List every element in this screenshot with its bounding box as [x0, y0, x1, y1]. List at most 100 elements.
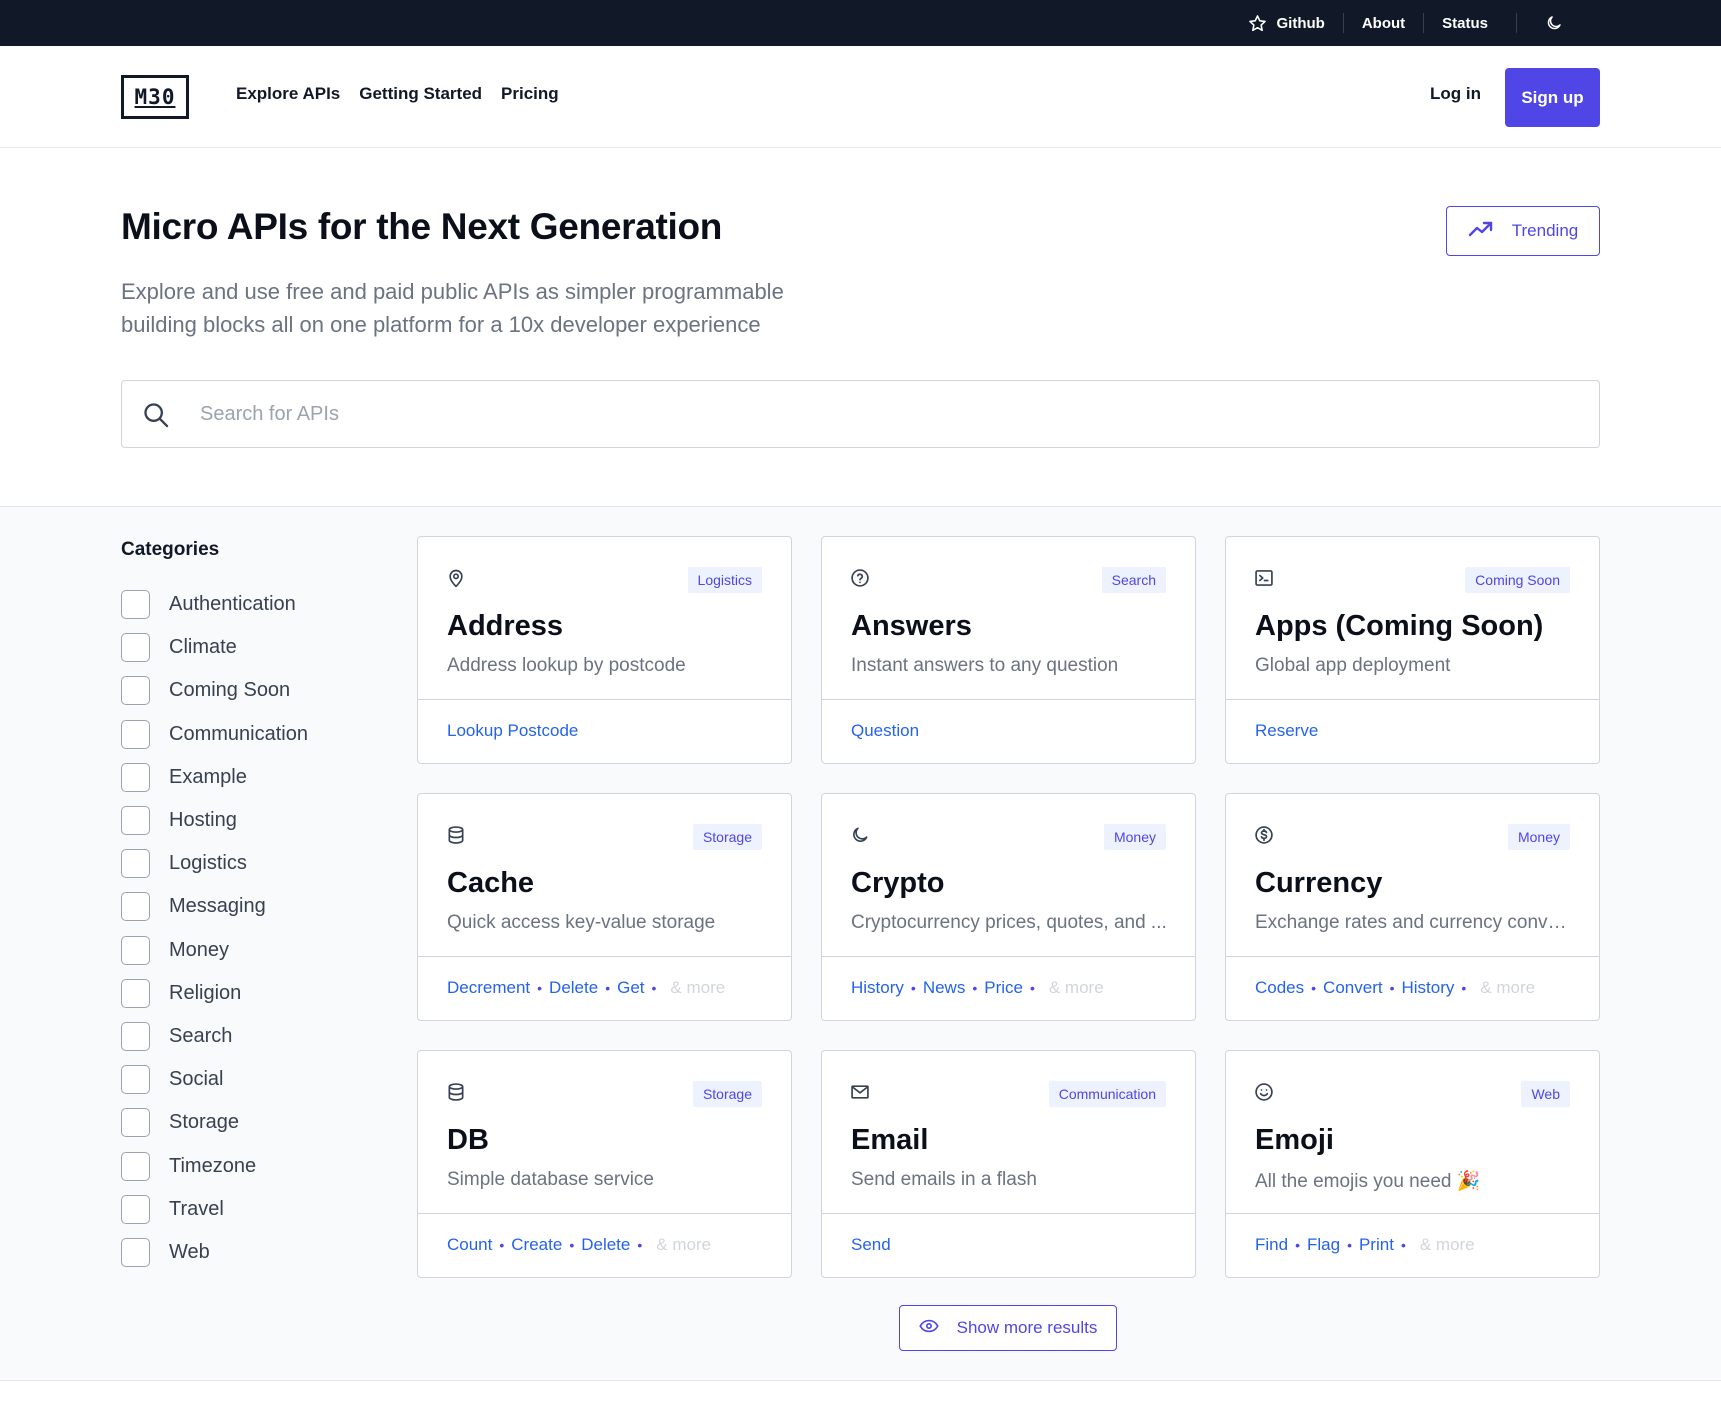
endpoint-link[interactable]: Lookup Postcode	[447, 721, 578, 741]
category-label: Authentication	[169, 593, 296, 616]
api-card-title[interactable]: Apps (Coming Soon)	[1255, 610, 1543, 643]
nav-explore-apis[interactable]: Explore APIs	[236, 84, 340, 104]
category-option[interactable]: Travel	[121, 1188, 308, 1231]
endpoint-link[interactable]: Convert	[1323, 978, 1383, 998]
category-option[interactable]: Logistics	[121, 842, 308, 885]
api-card[interactable]: Communication Email Send emails in a flash…	[821, 1050, 1196, 1278]
api-card[interactable]: Web Emoji All the emojis you need 🎉 Find • Fl…	[1225, 1050, 1600, 1278]
endpoint-link[interactable]: Send	[851, 1235, 891, 1255]
theme-toggle-button[interactable]	[1545, 14, 1563, 32]
api-card-title[interactable]: Email	[851, 1124, 928, 1157]
endpoint-link[interactable]: Flag	[1307, 1235, 1340, 1255]
api-card[interactable]: Money Crypto Cryptocurrency prices, quotes…	[821, 793, 1196, 1021]
api-card-title[interactable]: DB	[447, 1124, 489, 1157]
api-card-title[interactable]: Crypto	[851, 867, 944, 900]
category-checkbox[interactable]	[121, 1065, 150, 1095]
category-option[interactable]: Search	[121, 1015, 308, 1058]
github-link[interactable]: Github	[1248, 14, 1325, 33]
category-option[interactable]: Hosting	[121, 799, 308, 842]
category-checkbox[interactable]	[121, 978, 150, 1008]
category-option[interactable]: Social	[121, 1058, 308, 1101]
endpoint-link[interactable]: History	[1401, 978, 1454, 998]
endpoint-link[interactable]: Find	[1255, 1235, 1288, 1255]
api-card[interactable]: Logistics Address Address lookup by postco…	[417, 536, 792, 764]
api-card-header: Logistics Address Address lookup by postco…	[418, 537, 791, 700]
login-link[interactable]: Log in	[1430, 84, 1481, 104]
category-checkbox[interactable]	[121, 762, 150, 792]
about-link[interactable]: About	[1362, 15, 1405, 32]
category-option[interactable]: Storage	[121, 1101, 308, 1144]
category-label: Messaging	[169, 895, 266, 918]
endpoint-link[interactable]: History	[851, 978, 904, 998]
endpoint-link[interactable]: Price	[984, 978, 1023, 998]
api-card-header: Search Answers Instant answers to any ques…	[822, 537, 1195, 700]
endpoint-link[interactable]: Delete	[581, 1235, 630, 1255]
endpoint-link[interactable]: Count	[447, 1235, 492, 1255]
separator-dot: •	[1295, 1237, 1300, 1253]
api-card[interactable]: Storage Cache Quick access key-value stora…	[417, 793, 792, 1021]
separator-dot: •	[499, 1237, 505, 1253]
api-card[interactable]: Coming Soon Apps (Coming Soon) Global app …	[1225, 536, 1600, 764]
show-more-button[interactable]: Show more results	[899, 1305, 1117, 1351]
category-checkbox[interactable]	[121, 1151, 150, 1181]
endpoint-link[interactable]: Create	[511, 1235, 562, 1255]
category-badge[interactable]: Coming Soon	[1465, 567, 1570, 593]
category-badge[interactable]: Storage	[692, 824, 762, 850]
endpoint-link[interactable]: Codes	[1255, 978, 1304, 998]
nav-pricing[interactable]: Pricing	[501, 84, 559, 104]
category-checkbox[interactable]	[121, 633, 150, 663]
api-card-title[interactable]: Address	[447, 610, 563, 643]
category-checkbox[interactable]	[121, 1021, 150, 1051]
endpoint-link[interactable]: Delete	[549, 978, 598, 998]
logo[interactable]: M30	[121, 75, 189, 119]
api-card-title[interactable]: Currency	[1255, 867, 1382, 900]
api-card[interactable]: Money Currency Exchange rates and currency…	[1225, 793, 1600, 1021]
endpoint-link[interactable]: News	[923, 978, 966, 998]
api-card-title[interactable]: Emoji	[1255, 1124, 1334, 1157]
category-checkbox[interactable]	[121, 719, 150, 749]
category-option[interactable]: Religion	[121, 972, 308, 1015]
trending-button[interactable]: Trending	[1446, 206, 1600, 256]
endpoint-link[interactable]: Question	[851, 721, 919, 741]
category-checkbox[interactable]	[121, 849, 150, 879]
category-option[interactable]: Communication	[121, 713, 308, 756]
category-badge[interactable]: Storage	[692, 1081, 762, 1107]
api-card[interactable]: Storage DB Simple database service Count • Cr…	[417, 1050, 792, 1278]
endpoint-link[interactable]: Decrement	[447, 978, 530, 998]
endpoint-link[interactable]: Print	[1359, 1235, 1394, 1255]
category-badge[interactable]: Money	[1103, 824, 1166, 850]
status-link[interactable]: Status	[1442, 15, 1488, 32]
api-card-title[interactable]: Answers	[851, 610, 972, 643]
trending-up-icon	[1468, 220, 1494, 243]
endpoint-link[interactable]: Reserve	[1255, 721, 1318, 741]
category-checkbox[interactable]	[121, 892, 150, 922]
api-card[interactable]: Search Answers Instant answers to any ques…	[821, 536, 1196, 764]
category-badge[interactable]: Search	[1101, 567, 1166, 593]
category-checkbox[interactable]	[121, 1237, 150, 1267]
categories-title: Categories	[121, 539, 220, 560]
signup-button[interactable]: Sign up	[1505, 68, 1600, 127]
nav-getting-started[interactable]: Getting Started	[359, 84, 482, 104]
category-badge[interactable]: Communication	[1048, 1081, 1166, 1107]
category-checkbox[interactable]	[121, 1194, 150, 1224]
category-badge[interactable]: Logistics	[687, 567, 762, 593]
category-checkbox[interactable]	[121, 935, 150, 965]
category-option[interactable]: Climate	[121, 626, 308, 669]
category-option[interactable]: Coming Soon	[121, 669, 308, 712]
endpoint-link[interactable]: Get	[617, 978, 644, 998]
api-card-title[interactable]: Cache	[447, 867, 534, 900]
category-checkbox[interactable]	[121, 676, 150, 706]
category-label: Social	[169, 1068, 224, 1091]
category-checkbox[interactable]	[121, 806, 150, 836]
category-option[interactable]: Messaging	[121, 885, 308, 928]
search-input[interactable]	[200, 381, 1580, 447]
category-option[interactable]: Timezone	[121, 1144, 308, 1187]
category-badge[interactable]: Web	[1521, 1081, 1570, 1107]
category-option[interactable]: Money	[121, 929, 308, 972]
category-option[interactable]: Authentication	[121, 583, 308, 626]
category-option[interactable]: Example	[121, 756, 308, 799]
category-checkbox[interactable]	[121, 590, 150, 620]
category-option[interactable]: Web	[121, 1231, 308, 1274]
category-badge[interactable]: Money	[1507, 824, 1570, 850]
category-checkbox[interactable]	[121, 1108, 150, 1138]
